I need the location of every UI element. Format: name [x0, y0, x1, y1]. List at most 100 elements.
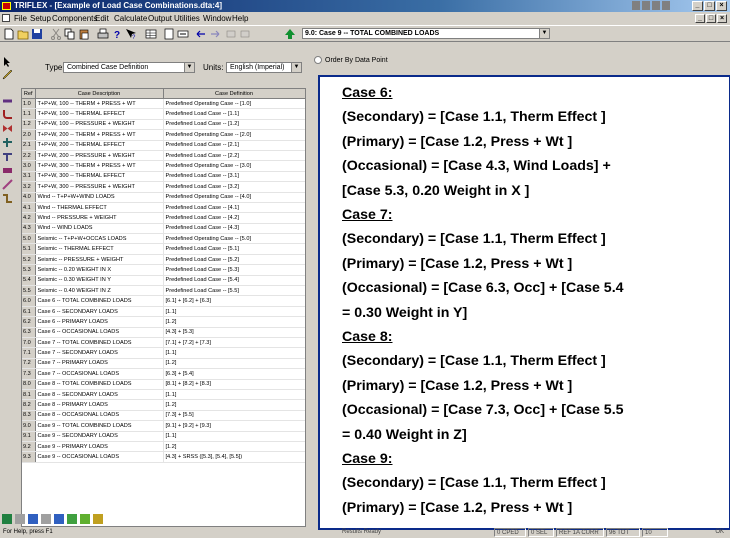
table-row[interactable]: 7.1 Case 7 -- SECONDARY LOADS [1.1]: [22, 347, 305, 359]
chevron-down-icon[interactable]: ▼: [539, 29, 549, 38]
row-definition-cell[interactable]: Predefined Load Case -- [2.1]: [163, 140, 305, 151]
row-description-cell[interactable]: Case 6 -- PRIMARY LOADS: [35, 316, 164, 328]
grid-icon[interactable]: [145, 28, 157, 40]
table-row[interactable]: 5.1 Seismic -- THERMAL EFFECT Predefined L…: [22, 243, 305, 255]
menu-edit[interactable]: Edit: [95, 13, 109, 24]
row-description-cell[interactable]: Seismic -- 0.20 WEIGHT IN X: [35, 264, 164, 276]
row-ref-cell[interactable]: 4.0: [22, 192, 36, 203]
row-definition-cell[interactable]: Predefined Operating Case -- [4.0]: [163, 192, 305, 203]
row-ref-cell[interactable]: 5.5: [22, 285, 36, 297]
row-definition-cell[interactable]: [1.1]: [163, 306, 305, 318]
row-ref-cell[interactable]: 8.3: [22, 410, 36, 422]
row-description-cell[interactable]: Wind -- THERMAL EFFECT: [35, 202, 164, 214]
table-row[interactable]: 6.0 Case 6 -- TOTAL COMBINED LOADS [6.1] +…: [22, 295, 305, 307]
zoom-icon[interactable]: [67, 514, 77, 524]
row-description-cell[interactable]: Case 8 -- SECONDARY LOADS: [35, 389, 164, 401]
row-definition-cell[interactable]: Predefined Load Case -- [1.1]: [163, 108, 305, 120]
row-description-cell[interactable]: Case 6 -- TOTAL COMBINED LOADS: [35, 295, 164, 307]
table-row[interactable]: 6.3 Case 6 -- OCCASIONAL LOADS [4.3] + [5.…: [22, 327, 305, 339]
row-definition-cell[interactable]: [1.1]: [163, 347, 305, 359]
row-definition-cell[interactable]: Predefined Load Case -- [4.1]: [163, 202, 305, 214]
table-row[interactable]: 7.2 Case 7 -- PRIMARY LOADS [1.2]: [22, 358, 305, 370]
table-row[interactable]: 5.2 Seismic -- PRESSURE + WEIGHT Predefine…: [22, 254, 305, 266]
row-ref-cell[interactable]: 1.2: [22, 119, 36, 131]
column-header-definition[interactable]: Case Definition: [163, 89, 305, 99]
minimize-button[interactable]: _: [692, 1, 703, 11]
flange-tool-icon[interactable]: [2, 137, 13, 148]
preview-icon[interactable]: [163, 28, 175, 40]
app-icon[interactable]: [2, 2, 11, 10]
row-description-cell[interactable]: Case 8 -- OCCASIONAL LOADS: [35, 410, 164, 422]
row-description-cell[interactable]: T+P+W, 200 -- PRESSURE + WEIGHT: [35, 150, 164, 162]
table-row[interactable]: 8.2 Case 8 -- PRIMARY LOADS [1.2]: [22, 399, 305, 411]
valve-tool-icon[interactable]: [2, 123, 13, 134]
menu-setup[interactable]: Setup: [30, 13, 51, 24]
row-ref-cell[interactable]: 9.0: [22, 420, 36, 432]
open-icon[interactable]: [17, 28, 29, 40]
table-row[interactable]: 9.1 Case 9 -- SECONDARY LOADS [1.1]: [22, 431, 305, 442]
table-row[interactable]: 2.2 T+P+W, 200 -- PRESSURE + WEIGHT Predef…: [22, 150, 305, 162]
row-ref-cell[interactable]: 2.0: [22, 129, 36, 141]
view-elev-icon[interactable]: [28, 514, 38, 524]
save-icon[interactable]: [31, 28, 43, 40]
row-ref-cell[interactable]: 6.3: [22, 327, 36, 339]
table-row[interactable]: 5.5 Seismic -- 0.40 WEIGHT IN Z Predefined…: [22, 285, 305, 297]
paste-icon[interactable]: [78, 28, 90, 40]
export-icon[interactable]: [177, 28, 189, 40]
view-3d-icon[interactable]: [2, 514, 12, 524]
row-ref-cell[interactable]: 6.0: [22, 295, 36, 307]
row-ref-cell[interactable]: 6.2: [22, 316, 36, 328]
help-icon[interactable]: ?: [111, 28, 123, 40]
table-row[interactable]: 5.0 Seismic -- T+P+W+OCCAS LOADS Predefine…: [22, 233, 305, 245]
row-definition-cell[interactable]: Predefined Load Case -- [5.4]: [163, 275, 305, 287]
row-description-cell[interactable]: Case 8 -- PRIMARY LOADS: [35, 399, 164, 411]
row-description-cell[interactable]: T+P+W, 100 -- PRESSURE + WEIGHT: [35, 119, 164, 131]
table-row[interactable]: 4.0 Wind -- T+P+W+WIND LOADS Predefined Op…: [22, 192, 305, 203]
row-definition-cell[interactable]: [7.3] + [5.5]: [163, 410, 305, 422]
table-row[interactable]: 1.2 T+P+W, 100 -- PRESSURE + WEIGHT Predef…: [22, 119, 305, 131]
order-by-data-point-radio[interactable]: Order By Data Point: [314, 56, 388, 64]
row-definition-cell[interactable]: [7.1] + [7.2] + [7.3]: [163, 337, 305, 349]
row-definition-cell[interactable]: Predefined Load Case -- [4.2]: [163, 212, 305, 224]
table-row[interactable]: 8.0 Case 8 -- TOTAL COMBINED LOADS [8.1] +…: [22, 379, 305, 390]
menu-utilities[interactable]: Utilities: [174, 13, 200, 24]
row-description-cell[interactable]: T+P+W, 200 -- THERM + PRESS + WT: [35, 129, 164, 141]
chevron-down-icon[interactable]: ▼: [291, 63, 301, 72]
row-description-cell[interactable]: T+P+W, 300 -- THERMAL EFFECT: [35, 171, 164, 183]
row-description-cell[interactable]: Wind -- WIND LOADS: [35, 223, 164, 235]
page-last-icon[interactable]: [239, 28, 251, 40]
row-ref-cell[interactable]: 9.2: [22, 441, 36, 453]
select-tool-icon[interactable]: [2, 56, 13, 67]
rotate-icon[interactable]: [80, 514, 90, 524]
row-definition-cell[interactable]: [1.2]: [163, 358, 305, 370]
view-plan-icon[interactable]: [15, 514, 25, 524]
row-ref-cell[interactable]: 8.1: [22, 389, 36, 401]
arrow-right-icon[interactable]: [209, 28, 221, 40]
row-definition-cell[interactable]: Predefined Operating Case -- [5.0]: [163, 233, 305, 245]
chevron-down-icon[interactable]: ▼: [184, 63, 194, 72]
row-description-cell[interactable]: Case 7 -- SECONDARY LOADS: [35, 347, 164, 359]
row-definition-cell[interactable]: Predefined Operating Case -- [2.0]: [163, 129, 305, 141]
row-ref-cell[interactable]: 4.3: [22, 223, 36, 235]
elbow-tool-icon[interactable]: [2, 109, 13, 120]
menu-help[interactable]: Help: [232, 13, 248, 24]
joint-tool-icon[interactable]: [2, 193, 13, 204]
row-ref-cell[interactable]: 7.2: [22, 358, 36, 370]
row-description-cell[interactable]: Seismic -- T+P+W+OCCAS LOADS: [35, 233, 164, 245]
row-definition-cell[interactable]: Predefined Operating Case -- [1.0]: [163, 98, 305, 110]
row-ref-cell[interactable]: 2.1: [22, 140, 36, 151]
pan-icon[interactable]: [93, 514, 103, 524]
row-ref-cell[interactable]: 7.0: [22, 337, 36, 349]
column-header-description[interactable]: Case Description: [35, 89, 164, 99]
table-row[interactable]: 4.1 Wind -- THERMAL EFFECT Predefined Load…: [22, 202, 305, 214]
table-row[interactable]: 6.1 Case 6 -- SECONDARY LOADS [1.1]: [22, 306, 305, 318]
close-button[interactable]: ×: [716, 1, 727, 11]
row-ref-cell[interactable]: 1.0: [22, 98, 36, 110]
print-icon[interactable]: [97, 28, 109, 40]
row-ref-cell[interactable]: 4.1: [22, 202, 36, 214]
table-row[interactable]: 4.3 Wind -- WIND LOADS Predefined Load Cas…: [22, 223, 305, 235]
type-select[interactable]: Combined Case Definition ▼: [63, 62, 195, 73]
row-ref-cell[interactable]: 3.0: [22, 160, 36, 172]
doc-close-button[interactable]: ×: [717, 14, 727, 23]
menu-components[interactable]: Components: [52, 13, 97, 24]
